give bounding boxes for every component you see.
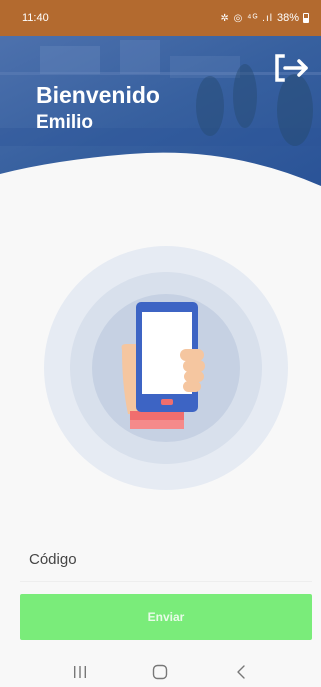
status-icons: ✲ ◎ ⁴ᴳ .ıl <box>220 12 273 24</box>
logout-button[interactable] <box>273 50 313 86</box>
back-icon <box>237 664 245 679</box>
phone-illustration <box>44 246 288 490</box>
recents-button[interactable] <box>65 660 95 684</box>
battery-percent: 38% <box>276 12 299 24</box>
battery-icon <box>303 13 309 23</box>
phone-in-hand-icon <box>44 246 288 490</box>
send-button[interactable]: Enviar <box>20 594 312 640</box>
recents-icon <box>74 665 87 678</box>
status-bar: 11:40 ✲ ◎ ⁴ᴳ .ıl 38% <box>0 0 321 36</box>
home-icon <box>153 664 168 679</box>
welcome-title: Bienvenido <box>36 82 160 108</box>
app-screen: 11:40 ✲ ◎ ⁴ᴳ .ıl 38% Bienvenido Emilio C… <box>0 0 321 687</box>
back-button[interactable] <box>226 660 256 684</box>
welcome-header: Bienvenido Emilio <box>0 36 321 186</box>
code-input[interactable] <box>20 538 312 582</box>
status-time: 11:40 <box>22 12 49 24</box>
user-name: Emilio <box>36 112 94 133</box>
status-right: ✲ ◎ ⁴ᴳ .ıl 38% <box>220 12 309 24</box>
home-button[interactable] <box>145 660 175 684</box>
logout-icon <box>275 54 308 82</box>
system-nav-bar <box>0 656 321 687</box>
